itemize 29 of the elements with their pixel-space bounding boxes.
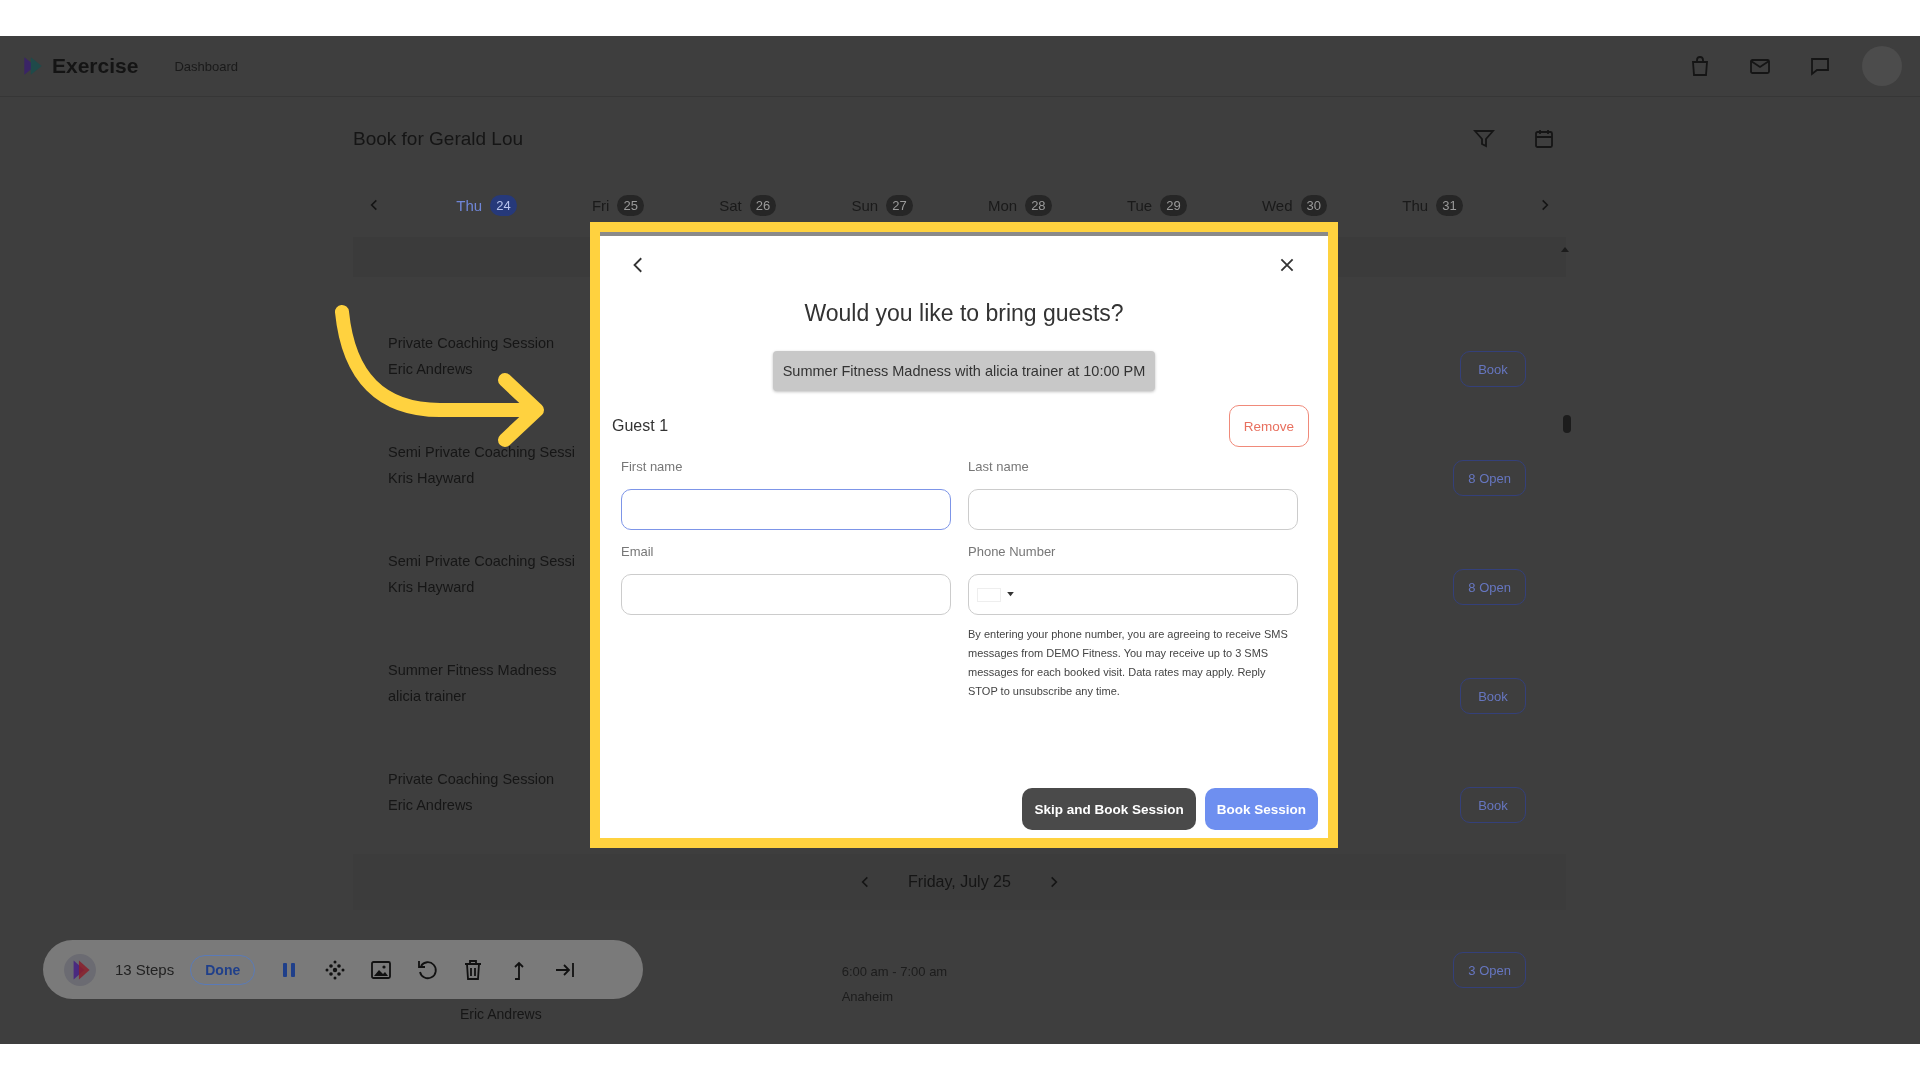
skip-button[interactable]: Skip and Book Session xyxy=(1022,788,1196,830)
close-icon[interactable] xyxy=(1278,256,1296,274)
session-summary: Summer Fitness Madness with alicia trainer at 10:00 PM xyxy=(772,351,1156,391)
book-button[interactable]: 8 Open xyxy=(1453,460,1526,496)
scrollbar-thumb[interactable] xyxy=(1563,415,1571,433)
book-button[interactable]: 8 Open xyxy=(1453,569,1526,605)
field-label: Phone Number xyxy=(968,544,1057,561)
open-spots-button[interactable]: 3 Open xyxy=(1453,952,1526,988)
book-button[interactable]: Book xyxy=(1460,787,1526,823)
calendar-icon[interactable] xyxy=(1532,127,1556,151)
sms-disclaimer: By entering your phone number, you are agreeing to receive SMS messages from DEMO Fitness. You may receive up to 3 SMS messages for each booked visit. Data rates may apply. Reply STOP to unsubscribe any time. xyxy=(968,627,1289,699)
day-tab[interactable]: Thu 24 xyxy=(456,194,517,216)
phone-field[interactable] xyxy=(968,574,1298,615)
field-label: First name xyxy=(621,459,684,476)
scroll-up-icon[interactable] xyxy=(1560,245,1570,253)
guest-label: Guest 1 xyxy=(612,417,669,435)
book-session-button[interactable]: Book Session xyxy=(1204,788,1318,830)
input-field[interactable] xyxy=(621,489,951,530)
field-label: Last name xyxy=(968,459,1030,476)
steps-count: 13 Steps xyxy=(115,961,175,978)
input-field[interactable] xyxy=(968,489,1298,530)
book-button[interactable]: Book xyxy=(1460,678,1526,714)
input-field[interactable] xyxy=(621,574,951,615)
book-button[interactable]: Book xyxy=(1460,351,1526,387)
dialog-title: Would you like to bring guests? xyxy=(804,300,1124,327)
recorder-logo-icon xyxy=(63,952,97,987)
remove-button[interactable]: Remove xyxy=(1228,405,1309,447)
field-label: Email xyxy=(621,544,655,561)
caret-icon[interactable] xyxy=(1007,592,1014,597)
